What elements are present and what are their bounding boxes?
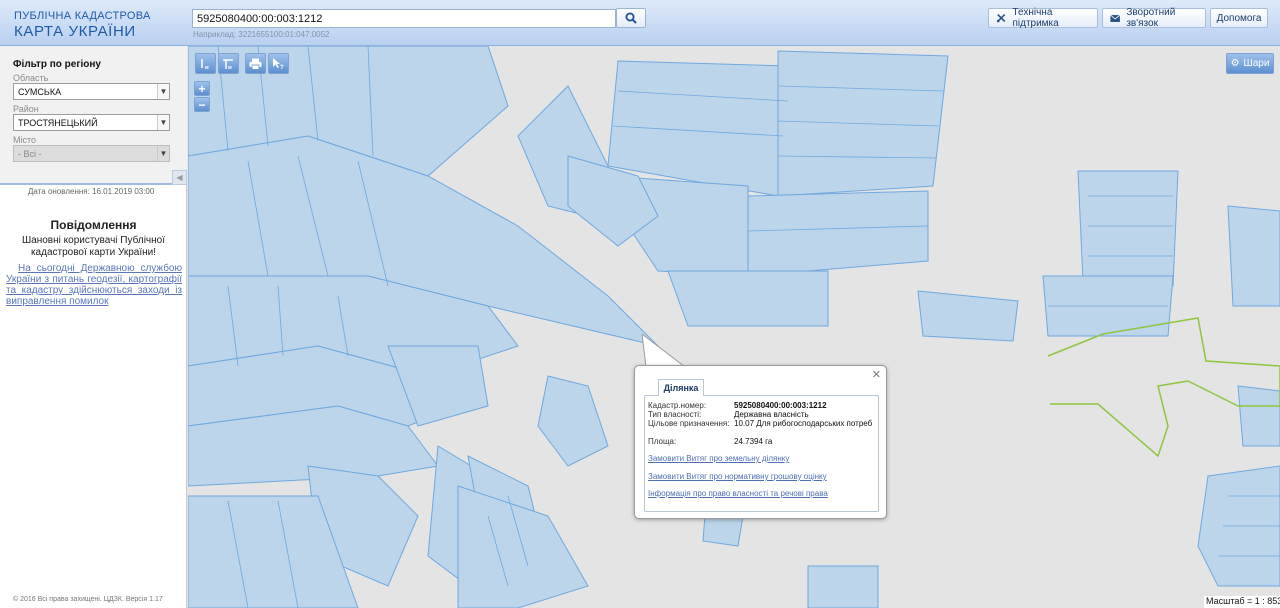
identify-tool[interactable]: ? xyxy=(268,53,289,74)
city-label: Місто xyxy=(13,135,37,145)
collapse-sidebar-button[interactable]: ◀ xyxy=(172,170,187,185)
svg-text:м: м xyxy=(205,65,209,70)
scale-indicator: Масштаб = 1 : 8531 xyxy=(1204,596,1280,608)
tools-icon xyxy=(996,13,1006,23)
district-value: ТРОСТЯНЕЦЬКИЙ xyxy=(18,118,98,128)
ruler-icon: м xyxy=(201,59,209,70)
land-parcel xyxy=(667,270,829,327)
app-window: ПУБЛІЧНА КАДАСТРОВА КАРТА УКРАЇНИ Наприк… xyxy=(0,0,1280,608)
svg-text:м: м xyxy=(228,65,232,70)
land-parcel xyxy=(537,375,609,467)
header: ПУБЛІЧНА КАДАСТРОВА КАРТА УКРАЇНИ Наприк… xyxy=(0,0,1280,46)
region-value: СУМСЬКА xyxy=(18,87,62,97)
chevron-down-icon: ▼ xyxy=(157,146,169,161)
area-value: 24.7394 га xyxy=(734,437,773,446)
city-select: - Всі - ▼ xyxy=(13,145,170,162)
cadastral-number-value: 5925080400:00:003:1212 xyxy=(734,401,827,410)
land-parcel xyxy=(747,190,929,277)
logo-line-1: ПУБЛІЧНА КАДАСТРОВА xyxy=(14,10,151,22)
chevron-down-icon: ▼ xyxy=(157,84,169,99)
purpose-label: Цільове призначення: xyxy=(648,419,730,428)
gear-icon: ⚙ xyxy=(1230,58,1240,69)
area-measure-icon: м xyxy=(223,59,233,70)
land-parcel xyxy=(1237,385,1280,447)
region-filter-panel: Фільтр по регіону Область СУМСЬКА ▼ Райо… xyxy=(0,46,187,185)
purpose-value: 10.07 Для рибогосподарських потреб xyxy=(734,419,873,428)
city-value: - Всі - xyxy=(18,149,42,159)
svg-text:?: ? xyxy=(280,65,284,70)
map-canvas[interactable]: м м ? + − ⚙ Шари Масштаб = 1 : 8531 ✕ Ді… xyxy=(188,46,1280,608)
parcel-layer[interactable] xyxy=(188,46,1280,608)
filter-title: Фільтр по регіону xyxy=(13,59,101,70)
layers-button[interactable]: ⚙ Шари xyxy=(1226,53,1274,74)
region-select[interactable]: СУМСЬКА ▼ xyxy=(13,83,170,100)
cursor-question-icon: ? xyxy=(273,58,284,70)
feedback-label: Зворотний зв'язок xyxy=(1126,7,1176,29)
parcel-info-popup: ✕ Ділянка Кадастр.номер: 5925080400:00:0… xyxy=(634,365,887,519)
area-tool[interactable]: м xyxy=(218,53,239,74)
feedback-button[interactable]: Зворотний зв'язок xyxy=(1102,7,1206,29)
site-logo[interactable]: ПУБЛІЧНА КАДАСТРОВА КАРТА УКРАЇНИ xyxy=(14,10,151,40)
plus-icon: + xyxy=(198,81,206,96)
minus-icon: − xyxy=(198,97,206,112)
search-button[interactable] xyxy=(616,8,646,28)
help-label: Допомога xyxy=(1216,12,1262,24)
popup-pointer xyxy=(641,334,687,368)
notice-greeting: Шановні користувачі Публічної кадастрово… xyxy=(22,235,165,258)
land-parcel xyxy=(1227,205,1280,307)
logo-line-2: КАРТА УКРАЇНИ xyxy=(14,23,136,40)
chevron-down-icon: ▼ xyxy=(157,115,169,130)
printer-icon xyxy=(249,58,262,70)
layers-label: Шари xyxy=(1243,58,1270,69)
search-hint: Наприклад: 3221655100:01:047:0052 xyxy=(193,30,330,39)
sidebar: Фільтр по регіону Область СУМСЬКА ▼ Райо… xyxy=(0,46,187,608)
notice-title: Повідомлення xyxy=(50,218,137,232)
popup-body: Кадастр.номер: 5925080400:00:003:1212 Ти… xyxy=(644,395,879,512)
region-label: Область xyxy=(13,73,49,83)
cadastral-search-input[interactable] xyxy=(192,9,616,28)
search-icon xyxy=(625,12,637,24)
district-label: Район xyxy=(13,104,39,114)
order-extract-link[interactable]: Замовити Витяг про земельну ділянку xyxy=(648,454,789,463)
zoom-in-button[interactable]: + xyxy=(194,81,210,96)
help-button[interactable]: Допомога xyxy=(1210,8,1268,28)
area-label: Площа: xyxy=(648,437,677,446)
land-parcel xyxy=(1077,170,1179,287)
envelope-icon xyxy=(1110,14,1121,22)
ownership-info-link[interactable]: Інформація про право власності та речові… xyxy=(648,489,828,498)
ownership-type-value: Державна власність xyxy=(734,410,809,419)
print-tool[interactable] xyxy=(245,53,266,74)
district-select[interactable]: ТРОСТЯНЕЦЬКИЙ ▼ xyxy=(13,114,170,131)
support-button[interactable]: Технічна підтримка xyxy=(988,7,1098,29)
land-parcel xyxy=(917,290,1019,342)
update-date: Дата оновлення: 16.01.2019 03:00 xyxy=(28,187,155,196)
land-parcel xyxy=(807,565,879,608)
ownership-type-label: Тип власності: xyxy=(648,410,702,419)
notice-link[interactable]: На сьогодні Державною службою України з … xyxy=(6,263,182,307)
close-icon[interactable]: ✕ xyxy=(872,368,881,381)
ruler-tool[interactable]: м xyxy=(195,53,216,74)
order-valuation-link[interactable]: Замовити Витяг про нормативну грошову оц… xyxy=(648,472,827,481)
zoom-out-button[interactable]: − xyxy=(194,97,210,112)
copyright: © 2016 Всі права захищені. ЦДЗК. Версія … xyxy=(13,596,163,603)
cadastral-number-label: Кадастр.номер: xyxy=(648,401,707,410)
tab-parcel[interactable]: Ділянка xyxy=(658,379,704,396)
support-label: Технічна підтримка xyxy=(1012,7,1059,29)
